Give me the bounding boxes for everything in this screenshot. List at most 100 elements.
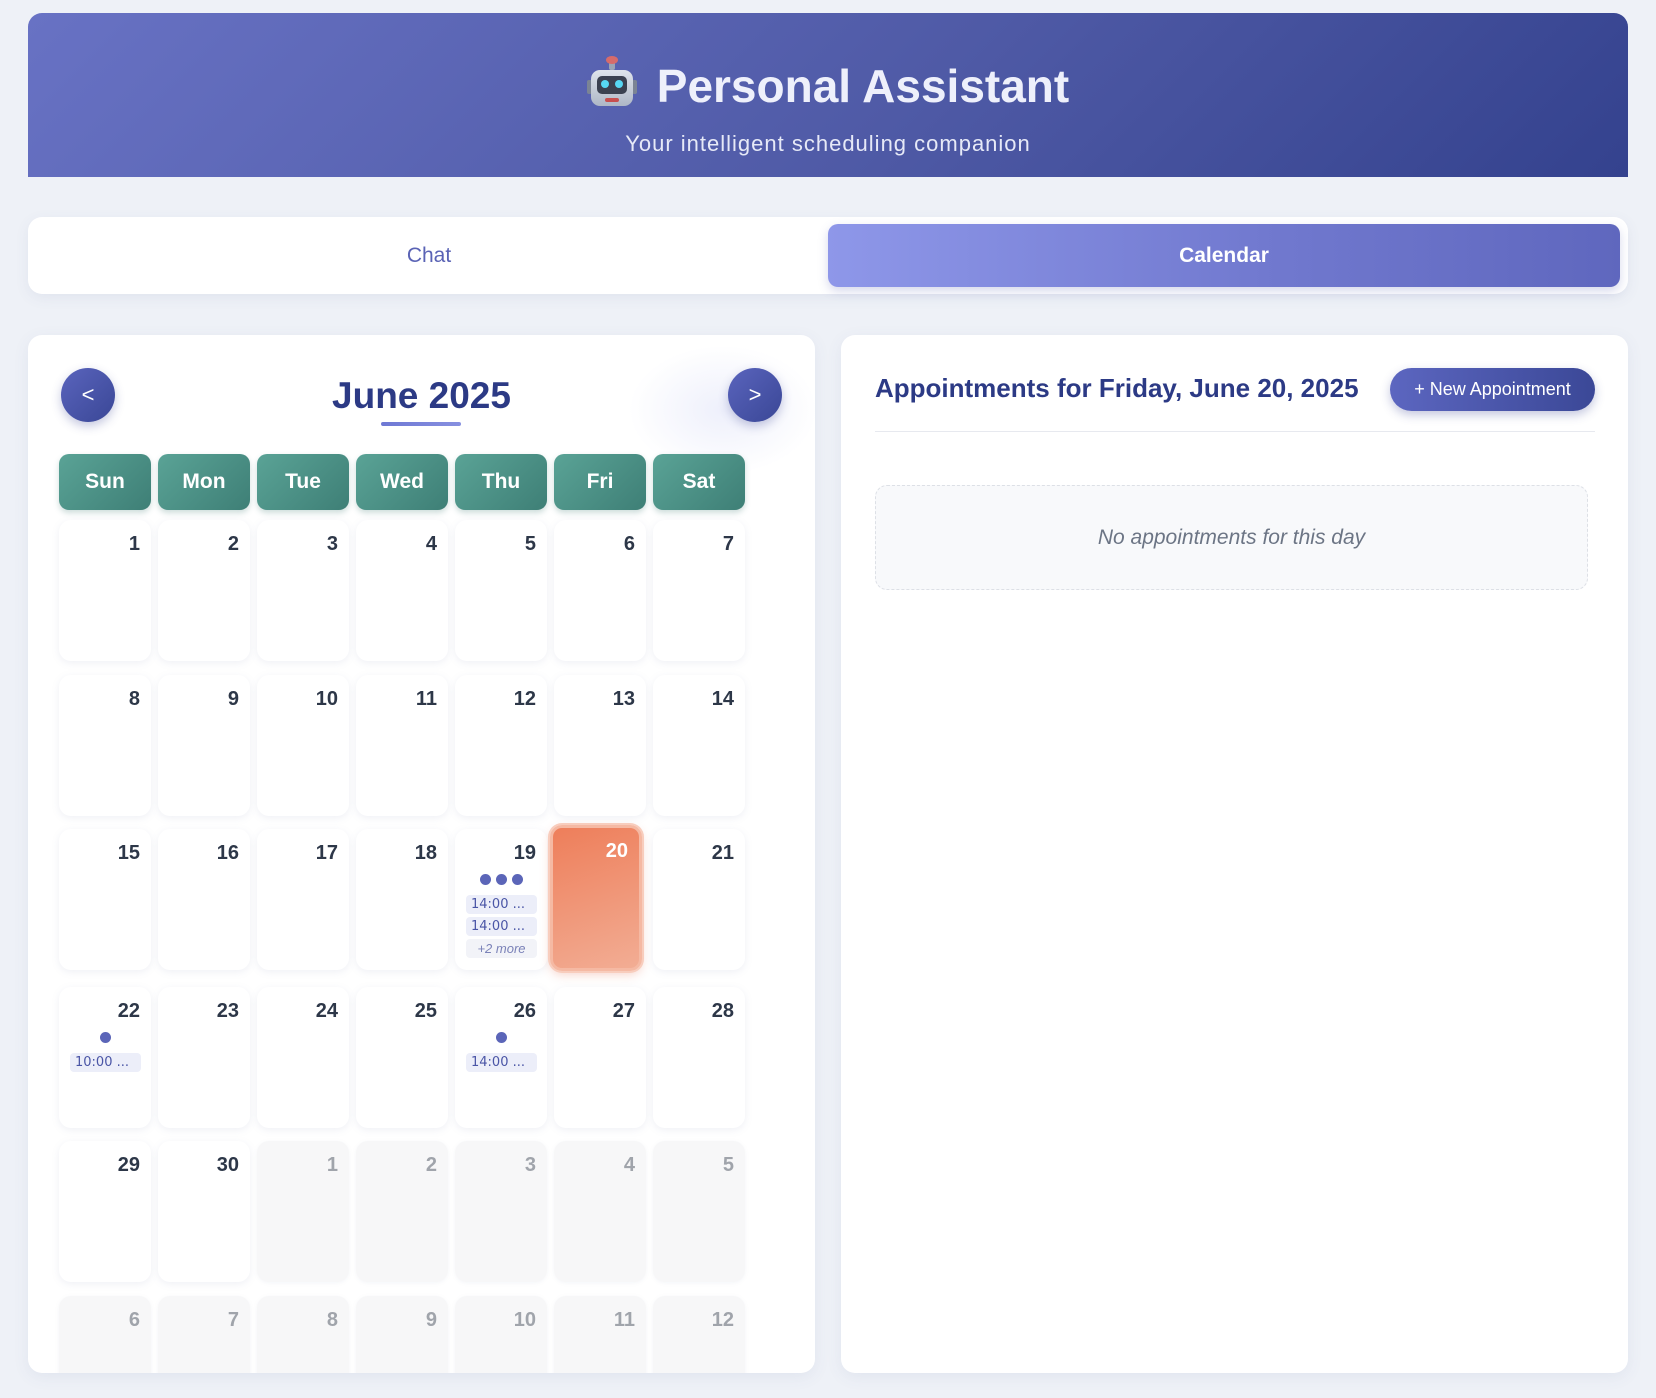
appointment-indicator: [59, 1032, 151, 1043]
day-number: 30: [216, 1154, 239, 1176]
calendar-day[interactable]: 3: [257, 520, 349, 661]
weekday-header-sun: Sun: [59, 454, 151, 510]
day-number: 2: [227, 533, 239, 555]
calendar-day-other-month[interactable]: 1: [257, 1141, 349, 1282]
tab-calendar[interactable]: Calendar: [828, 224, 1620, 287]
weekday-header-tue: Tue: [257, 454, 349, 510]
appointment-chip[interactable]: 14:00 ...: [466, 895, 537, 914]
calendar-day[interactable]: 10: [257, 675, 349, 816]
calendar-day[interactable]: 14: [653, 675, 745, 816]
calendar-day-other-month[interactable]: 7: [158, 1296, 250, 1373]
calendar-day-other-month[interactable]: 8: [257, 1296, 349, 1373]
calendar-day[interactable]: 7: [653, 520, 745, 661]
calendar-day-other-month[interactable]: 4: [554, 1141, 646, 1282]
appointment-dot: [511, 874, 523, 885]
calendar-day[interactable]: 6: [554, 520, 646, 661]
day-number: 12: [711, 1309, 734, 1331]
calendar-panel: < June 2025 > Sun Mon Tue Wed Thu Fri Sat 1 2 3 4 5…: [28, 335, 815, 1373]
next-month-button[interactable]: >: [728, 368, 782, 422]
tab-chat[interactable]: Chat: [35, 224, 823, 287]
calendar-day[interactable]: 26 14:00 ...: [455, 987, 547, 1128]
appointment-dot: [99, 1032, 111, 1043]
day-number: 29: [117, 1154, 140, 1176]
calendar-day[interactable]: 5: [455, 520, 547, 661]
day-number: 10: [513, 1309, 536, 1331]
calendar-day[interactable]: 15: [59, 829, 151, 970]
calendar-day[interactable]: 11: [356, 675, 448, 816]
day-number: 2: [425, 1154, 437, 1176]
appointment-chip[interactable]: 14:00 ...: [466, 1053, 537, 1072]
appointment-chip[interactable]: 14:00 ...: [466, 917, 537, 936]
day-number: 13: [612, 688, 635, 710]
calendar-day[interactable]: 30: [158, 1141, 250, 1282]
divider: [875, 431, 1595, 432]
day-number: 25: [414, 1000, 437, 1022]
calendar-day[interactable]: 16: [158, 829, 250, 970]
weekday-header-mon: Mon: [158, 454, 250, 510]
day-number: 8: [326, 1309, 338, 1331]
appointment-dot: [495, 1032, 507, 1043]
calendar-day[interactable]: 22 10:00 ...: [59, 987, 151, 1128]
day-number: 4: [623, 1154, 635, 1176]
day-number: 1: [326, 1154, 338, 1176]
calendar-day[interactable]: 28: [653, 987, 745, 1128]
day-number: 17: [315, 842, 338, 864]
day-number: 18: [414, 842, 437, 864]
calendar-day[interactable]: 24: [257, 987, 349, 1128]
more-appointments-link[interactable]: +2 more: [466, 939, 537, 958]
calendar-day[interactable]: 17: [257, 829, 349, 970]
weekday-header-thu: Thu: [455, 454, 547, 510]
app-header: Personal Assistant Your intelligent sche…: [28, 13, 1628, 177]
appointments-title: Appointments for Friday, June 20, 2025: [875, 373, 1359, 403]
calendar-day[interactable]: 29: [59, 1141, 151, 1282]
calendar-day[interactable]: 19 14:00 ... 14:00 ... +2 more: [455, 829, 547, 970]
calendar-day[interactable]: 4: [356, 520, 448, 661]
appointments-panel: Appointments for Friday, June 20, 2025 +…: [841, 335, 1628, 1373]
calendar-day[interactable]: 18: [356, 829, 448, 970]
calendar-day[interactable]: 25: [356, 987, 448, 1128]
calendar-day-other-month[interactable]: 12: [653, 1296, 745, 1373]
calendar-day-other-month[interactable]: 10: [455, 1296, 547, 1373]
view-tabs: Chat Calendar: [28, 217, 1628, 294]
calendar-day[interactable]: 9: [158, 675, 250, 816]
day-number: 4: [425, 533, 437, 555]
calendar-day-other-month[interactable]: 6: [59, 1296, 151, 1373]
day-number: 19: [513, 842, 536, 864]
calendar-day[interactable]: 12: [455, 675, 547, 816]
calendar-day[interactable]: 13: [554, 675, 646, 816]
day-number: 11: [415, 688, 437, 710]
day-number: 12: [513, 688, 536, 710]
day-number: 3: [326, 533, 338, 555]
day-number: 6: [623, 533, 635, 555]
day-number: 16: [216, 842, 239, 864]
appointment-indicator: [455, 1032, 547, 1043]
appointment-chip[interactable]: 10:00 ...: [70, 1053, 141, 1072]
weekday-header-sat: Sat: [653, 454, 745, 510]
calendar-day-other-month[interactable]: 11: [554, 1296, 646, 1373]
day-number: 24: [315, 1000, 338, 1022]
calendar-day[interactable]: 2: [158, 520, 250, 661]
calendar-day[interactable]: 8: [59, 675, 151, 816]
day-number: 26: [513, 1000, 536, 1022]
day-number: 7: [722, 533, 734, 555]
app-title: Personal Assistant: [28, 56, 1628, 113]
day-number: 6: [128, 1309, 140, 1331]
calendar-day[interactable]: 27: [554, 987, 646, 1128]
weekday-header-fri: Fri: [554, 454, 646, 510]
day-number: 20: [605, 840, 628, 862]
month-title-underline: [381, 422, 461, 426]
app-title-text: Personal Assistant: [656, 60, 1070, 112]
day-number: 1: [128, 533, 140, 555]
calendar-day[interactable]: 1: [59, 520, 151, 661]
appointment-dot: [479, 874, 491, 885]
empty-appointments-message: No appointments for this day: [875, 485, 1588, 590]
calendar-day-selected[interactable]: 20: [550, 825, 642, 971]
new-appointment-button[interactable]: + New Appointment: [1390, 368, 1595, 411]
calendar-day[interactable]: 23: [158, 987, 250, 1128]
calendar-day[interactable]: 21: [653, 829, 745, 970]
weekday-header-wed: Wed: [356, 454, 448, 510]
calendar-day-other-month[interactable]: 9: [356, 1296, 448, 1373]
calendar-day-other-month[interactable]: 5: [653, 1141, 745, 1282]
calendar-day-other-month[interactable]: 2: [356, 1141, 448, 1282]
calendar-day-other-month[interactable]: 3: [455, 1141, 547, 1282]
